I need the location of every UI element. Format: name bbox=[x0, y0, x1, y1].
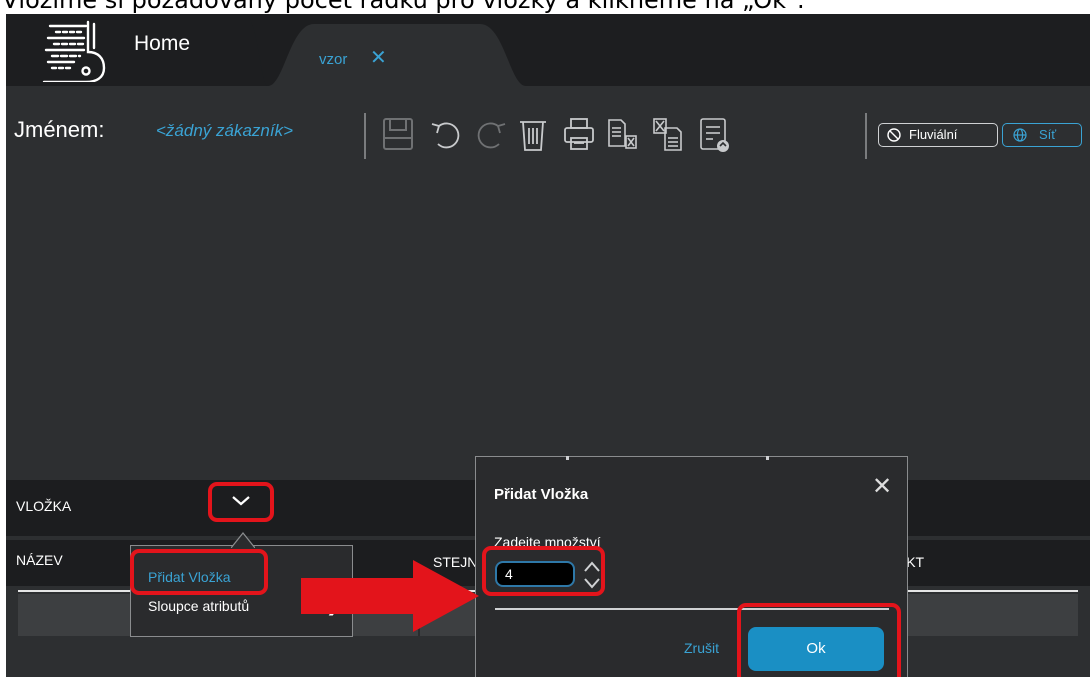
undo-icon[interactable] bbox=[429, 114, 463, 154]
close-icon[interactable]: ✕ bbox=[872, 474, 892, 498]
fluvial-mode-button[interactable]: Fluviální bbox=[878, 123, 998, 147]
delete-icon[interactable] bbox=[516, 114, 550, 154]
network-mode-label: Síť bbox=[1039, 127, 1057, 142]
export-excel-icon[interactable] bbox=[605, 114, 639, 154]
fluvial-mode-label: Fluviální bbox=[909, 127, 958, 142]
toolbar-divider bbox=[364, 113, 366, 159]
document-tab-label[interactable]: vzor bbox=[319, 51, 347, 68]
highlight-ok bbox=[737, 603, 901, 677]
caption-text: Vložíme si požadovaný počet řádků pro vl… bbox=[2, 0, 805, 14]
column-header-name[interactable]: NÁZEV bbox=[16, 552, 63, 568]
report-icon[interactable] bbox=[697, 114, 731, 154]
network-mode-button[interactable]: Síť bbox=[1002, 123, 1082, 147]
dialog-grip bbox=[766, 456, 769, 460]
arrow-right-icon bbox=[301, 560, 479, 632]
highlight-dropdown bbox=[208, 482, 274, 522]
redo-icon[interactable] bbox=[474, 114, 508, 154]
section-label: VLOŽKA bbox=[16, 498, 72, 514]
globe-icon bbox=[1013, 128, 1027, 142]
dialog-title: Přidat Vložka bbox=[494, 486, 589, 503]
close-tab-icon[interactable]: ✕ bbox=[370, 47, 387, 67]
menu-pointer bbox=[231, 532, 255, 548]
highlight-add-item bbox=[130, 549, 268, 595]
customer-selector[interactable]: <žádný zákazník> bbox=[156, 121, 293, 141]
save-icon[interactable] bbox=[381, 114, 415, 154]
customer-label: Jménem: bbox=[14, 117, 105, 142]
print-icon[interactable] bbox=[562, 114, 596, 154]
instruction-caption: Vložíme si požadovaný počet řádků pro vl… bbox=[0, 0, 1090, 14]
highlight-quantity bbox=[482, 546, 605, 596]
cancel-button[interactable]: Zrušit bbox=[684, 640, 719, 656]
menu-item-attribute-columns[interactable]: Sloupce atributů bbox=[148, 598, 249, 614]
app-window: Home vzor ✕ Jménem: <žádný zákazník> Flu… bbox=[6, 14, 1090, 677]
no-globe-icon bbox=[887, 128, 901, 142]
logo-icon bbox=[42, 20, 106, 82]
mode-toggle: Fluviální Síť bbox=[878, 123, 1090, 149]
import-excel-icon[interactable] bbox=[651, 114, 685, 154]
dialog-grip bbox=[566, 456, 569, 460]
toolbar-divider bbox=[865, 113, 867, 159]
home-tab-label[interactable]: Home bbox=[134, 32, 190, 56]
tab-document[interactable] bbox=[268, 24, 526, 86]
